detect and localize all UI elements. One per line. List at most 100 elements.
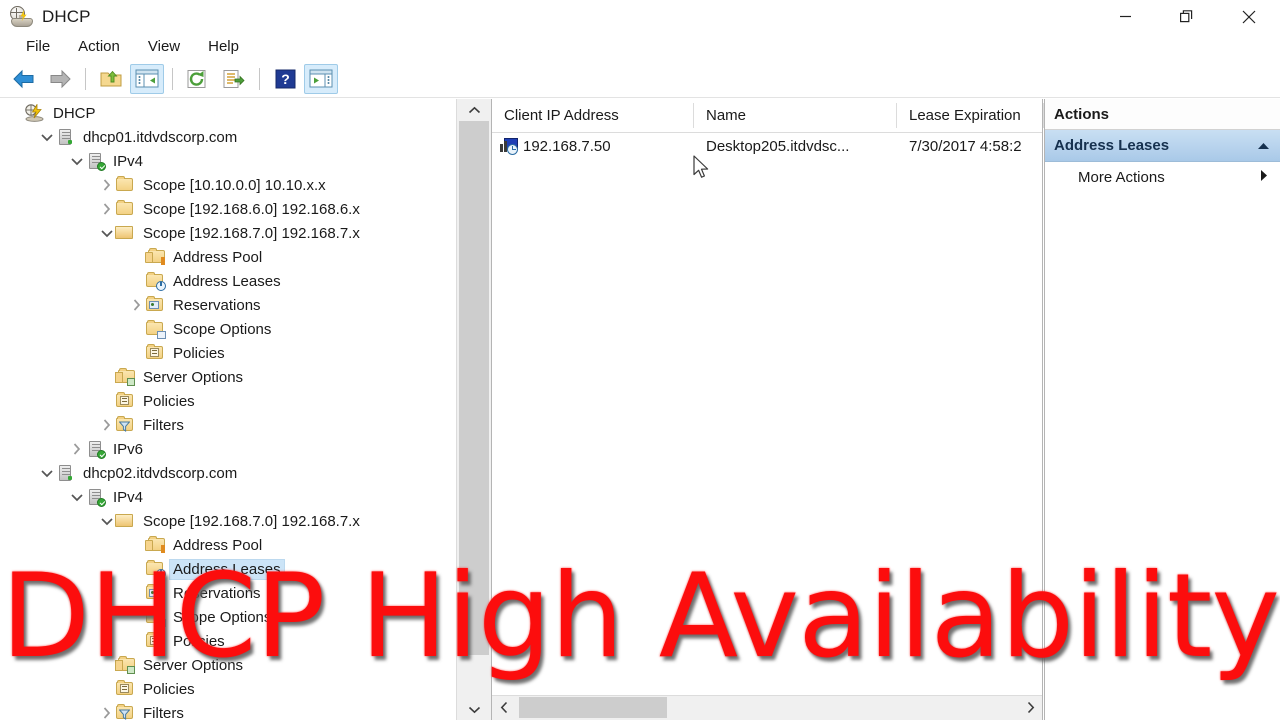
tree-item-address-pool[interactable]: Address Pool bbox=[0, 245, 456, 269]
lease-row-client-ip[interactable]: 192.168.7.50 bbox=[492, 132, 694, 160]
dhcp-console-window: DHCP File Action View Help ? DHCP dhcp01… bbox=[0, 0, 1280, 720]
chevron-down-icon[interactable] bbox=[38, 125, 55, 149]
filters-icon bbox=[115, 416, 135, 434]
tree-item-scope-192-168-7-0-192-168-7-x[interactable]: Scope [192.168.7.0] 192.168.7.x bbox=[0, 221, 456, 245]
tree-item-server-options[interactable]: Server Options bbox=[0, 653, 456, 677]
action-pane-icon[interactable] bbox=[304, 63, 338, 94]
tree-item-scope-192-168-7-0-192-168-7-x[interactable]: Scope [192.168.7.0] 192.168.7.x bbox=[0, 509, 456, 533]
tree-item-server-options[interactable]: Server Options bbox=[0, 365, 456, 389]
tree-item-ipv4[interactable]: IPv4 bbox=[0, 485, 456, 509]
folder-icon bbox=[115, 200, 135, 218]
refresh-icon[interactable] bbox=[181, 64, 215, 94]
chevron-right-icon[interactable] bbox=[98, 197, 115, 221]
tree-item-policies[interactable]: Policies bbox=[0, 629, 456, 653]
tree-scrollbar-thumb[interactable] bbox=[459, 121, 489, 655]
close-icon[interactable] bbox=[1218, 0, 1280, 33]
tree-item-scope-options[interactable]: Scope Options bbox=[0, 317, 456, 341]
chevron-right-icon[interactable] bbox=[98, 413, 115, 437]
list-rows: 192.168.7.50 Desktop205.itdvdsc... 7/30/20… bbox=[492, 132, 1042, 160]
column-header-client-ip-address[interactable]: Client IP Address bbox=[492, 99, 694, 132]
window-controls bbox=[1094, 0, 1280, 33]
console-tree-icon[interactable] bbox=[130, 63, 164, 94]
tree-item-policies[interactable]: Policies bbox=[0, 341, 456, 365]
tree-item-label: Address Pool bbox=[173, 248, 263, 266]
tree-item-label: IPv6 bbox=[113, 440, 144, 458]
help-icon[interactable]: ? bbox=[268, 64, 302, 94]
menu-action[interactable]: Action bbox=[66, 35, 132, 58]
chevron-down-icon[interactable] bbox=[68, 485, 85, 509]
tree-item-policies[interactable]: Policies bbox=[0, 677, 456, 701]
triangle-up-icon[interactable] bbox=[1257, 137, 1270, 154]
toolbar-separator bbox=[172, 67, 173, 90]
restore-icon[interactable] bbox=[1156, 0, 1218, 33]
chevron-right-icon[interactable] bbox=[1018, 696, 1042, 719]
server-options-icon bbox=[115, 368, 135, 386]
chevron-down-icon[interactable] bbox=[98, 509, 115, 533]
tree-vertical-scrollbar[interactable] bbox=[456, 99, 491, 720]
menu-file[interactable]: File bbox=[14, 35, 62, 58]
actions-group-header[interactable]: Address Leases bbox=[1044, 130, 1280, 162]
tree-item-label: Scope [192.168.7.0] 192.168.7.x bbox=[143, 224, 360, 242]
tree-item-ipv6[interactable]: IPv6 bbox=[0, 437, 456, 461]
window-title: DHCP bbox=[42, 7, 91, 26]
tree-item-label: Filters bbox=[143, 416, 184, 434]
chevron-down-icon[interactable] bbox=[68, 149, 85, 173]
list-horizontal-scrollbar[interactable] bbox=[492, 695, 1042, 720]
tree-item-label: Address Pool bbox=[173, 536, 263, 554]
tree-item-dhcp02-itdvdscorp-com[interactable]: dhcp02.itdvdscorp.com bbox=[0, 461, 456, 485]
title-bar-left: DHCP bbox=[10, 3, 91, 31]
tree-item-filters[interactable]: Filters bbox=[0, 701, 456, 720]
tree-item-label: dhcp01.itdvdscorp.com bbox=[83, 128, 238, 146]
actions-pane-title: Actions bbox=[1044, 99, 1280, 130]
tree-item-scope-10-10-0-0-10-10-x-x[interactable]: Scope [10.10.0.0] 10.10.x.x bbox=[0, 173, 456, 197]
up-folder-icon[interactable] bbox=[94, 64, 128, 94]
tree-item-address-pool[interactable]: Address Pool bbox=[0, 533, 456, 557]
forward-arrow-icon[interactable] bbox=[43, 64, 77, 94]
chevron-right-icon[interactable] bbox=[98, 701, 115, 720]
chevron-down-icon[interactable] bbox=[98, 221, 115, 245]
tree-item-reservations[interactable]: Reservations bbox=[0, 293, 456, 317]
lease-row-name[interactable]: Desktop205.itdvdsc... bbox=[694, 132, 897, 160]
minimize-icon[interactable] bbox=[1094, 0, 1156, 33]
tree-item-address-leases[interactable]: Address Leases bbox=[0, 269, 456, 293]
tree-item-filters[interactable]: Filters bbox=[0, 413, 456, 437]
details-list-pane[interactable]: Client IP Address Name Lease Expiration 19… bbox=[491, 99, 1044, 720]
menu-help[interactable]: Help bbox=[196, 35, 251, 58]
column-header-label: Name bbox=[706, 107, 747, 124]
tree-item-label: Scope Options bbox=[173, 320, 272, 338]
tree-item-scope-192-168-6-0-192-168-6-x[interactable]: Scope [192.168.6.0] 192.168.6.x bbox=[0, 197, 456, 221]
tree-item-reservations[interactable]: Reservations bbox=[0, 581, 456, 605]
chevron-left-icon[interactable] bbox=[492, 696, 516, 719]
tree-item-dhcp01-itdvdscorp-com[interactable]: dhcp01.itdvdscorp.com bbox=[0, 125, 456, 149]
back-arrow-icon[interactable] bbox=[7, 64, 41, 94]
mouse-pointer-icon bbox=[693, 155, 711, 181]
tree-item-dhcp[interactable]: DHCP bbox=[0, 101, 456, 125]
chevron-right-icon[interactable] bbox=[98, 173, 115, 197]
column-header-name[interactable]: Name bbox=[694, 99, 897, 132]
tree-item-scope-options[interactable]: Scope Options bbox=[0, 605, 456, 629]
chevron-right-icon[interactable] bbox=[128, 293, 145, 317]
list-scrollbar-thumb[interactable] bbox=[519, 697, 667, 718]
menu-view[interactable]: View bbox=[136, 35, 192, 58]
tree-item-label: dhcp02.itdvdscorp.com bbox=[83, 464, 238, 482]
lease-row-expiration[interactable]: 7/30/2017 4:58:2 bbox=[897, 132, 1044, 160]
console-tree-pane[interactable]: DHCP dhcp01.itdvdscorp.com IPv4 Scope [10.1… bbox=[0, 99, 456, 720]
tree-item-policies[interactable]: Policies bbox=[0, 389, 456, 413]
actions-pane: Actions Address Leases More Actions bbox=[1044, 99, 1280, 720]
tree-item-address-leases[interactable]: Address Leases bbox=[0, 557, 456, 581]
export-list-icon[interactable] bbox=[217, 64, 251, 94]
chevron-down-icon[interactable] bbox=[457, 698, 491, 720]
column-header-lease-expiration[interactable]: Lease Expiration bbox=[897, 99, 1044, 132]
chevron-right-icon[interactable] bbox=[68, 437, 85, 461]
chevron-up-icon[interactable] bbox=[457, 99, 491, 121]
folder-open-icon bbox=[115, 512, 135, 530]
chevron-down-icon[interactable] bbox=[38, 461, 55, 485]
actions-item-more-actions[interactable]: More Actions bbox=[1044, 162, 1280, 192]
triangle-right-icon[interactable] bbox=[1260, 169, 1280, 186]
address-pool-icon bbox=[145, 248, 165, 266]
tree-item-ipv4[interactable]: IPv4 bbox=[0, 149, 456, 173]
server-ok-icon bbox=[85, 152, 106, 171]
